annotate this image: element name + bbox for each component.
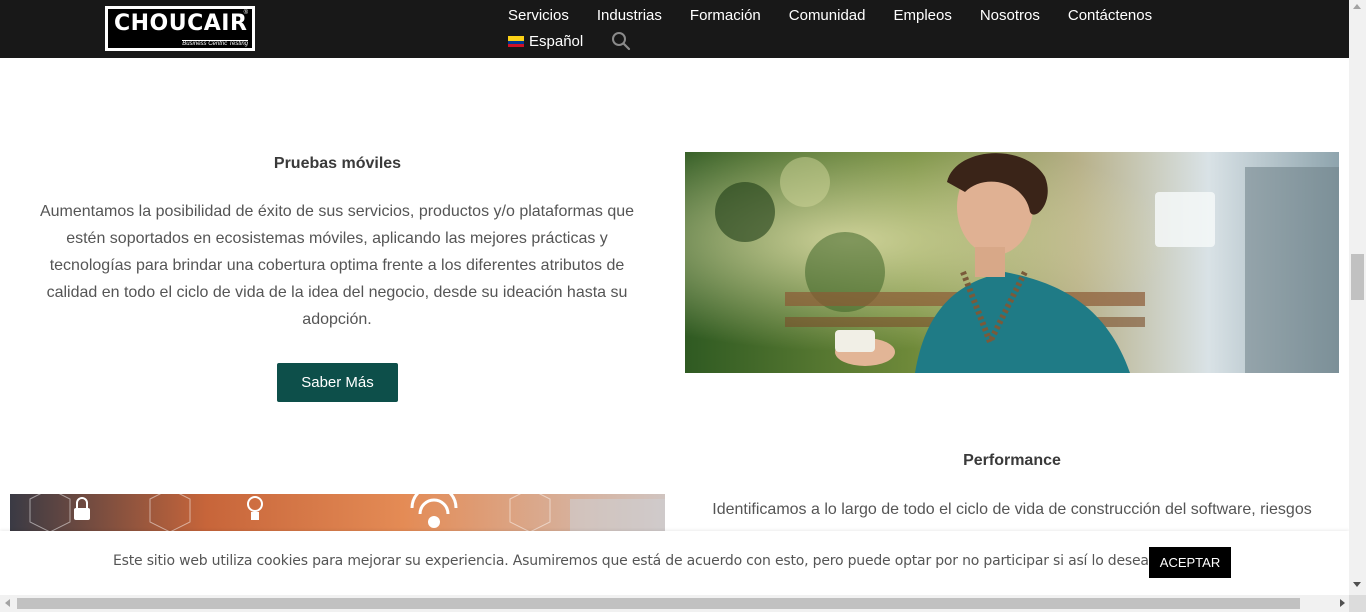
scroll-down-icon[interactable] bbox=[1353, 582, 1361, 587]
colombia-flag-icon bbox=[508, 35, 524, 47]
scroll-right-icon[interactable] bbox=[1340, 599, 1345, 607]
nav-row-secondary: Español bbox=[508, 31, 631, 51]
vertical-scrollbar[interactable] bbox=[1349, 0, 1366, 595]
logo-text: CHOUCAIR bbox=[114, 11, 248, 36]
mobile-testing-description: Aumentamos la posibilidad de éxito de su… bbox=[39, 203, 635, 328]
scrollbar-corner bbox=[1349, 595, 1366, 612]
accept-cookies-button[interactable]: ACEPTAR bbox=[1149, 547, 1231, 578]
search-icon[interactable] bbox=[611, 31, 631, 51]
technology-icons-photo bbox=[10, 494, 665, 534]
language-selector[interactable]: Español bbox=[529, 33, 583, 50]
horizontal-scroll-thumb[interactable] bbox=[17, 598, 1300, 609]
saber-mas-button[interactable]: Saber Más bbox=[277, 363, 398, 402]
logo-tagline: Business Centric Testing bbox=[182, 40, 248, 47]
nav-row: Servicios Industrias Formación Comunidad… bbox=[508, 7, 1152, 25]
logo-registered-mark: ® bbox=[243, 10, 248, 16]
cookie-consent-bar: Este sitio web utiliza cookies para mejo… bbox=[0, 531, 1349, 595]
main-nav: Servicios Industrias Formación Comunidad… bbox=[508, 7, 1152, 51]
nav-item-empleos[interactable]: Empleos bbox=[893, 7, 951, 25]
woman-with-phone-photo bbox=[685, 152, 1339, 373]
nav-item-formacion[interactable]: Formación bbox=[690, 7, 761, 25]
performance-description: Identificamos a lo largo de todo el cicl… bbox=[712, 501, 1312, 518]
nav-item-comunidad[interactable]: Comunidad bbox=[789, 7, 866, 25]
site-header: CHOUCAIR ® Business Centric Testing Serv… bbox=[0, 0, 1349, 58]
vertical-scroll-thumb[interactable] bbox=[1351, 254, 1364, 300]
performance-title: Performance bbox=[963, 452, 1061, 469]
logo-mark: CHOUCAIR ® Business Centric Testing bbox=[108, 9, 252, 48]
nav-item-industrias[interactable]: Industrias bbox=[597, 7, 662, 25]
cookie-message: Este sitio web utiliza cookies para mejo… bbox=[113, 553, 1154, 569]
choucair-logo[interactable]: CHOUCAIR ® Business Centric Testing bbox=[105, 6, 255, 51]
nav-item-servicios[interactable]: Servicios bbox=[508, 7, 569, 25]
nav-item-nosotros[interactable]: Nosotros bbox=[980, 7, 1040, 25]
scroll-up-icon[interactable] bbox=[1353, 4, 1361, 9]
mobile-testing-title: Pruebas móviles bbox=[273, 155, 402, 172]
scroll-left-icon[interactable] bbox=[5, 599, 10, 607]
nav-item-contactenos[interactable]: Contáctenos bbox=[1068, 7, 1152, 25]
horizontal-scrollbar[interactable] bbox=[0, 595, 1366, 612]
